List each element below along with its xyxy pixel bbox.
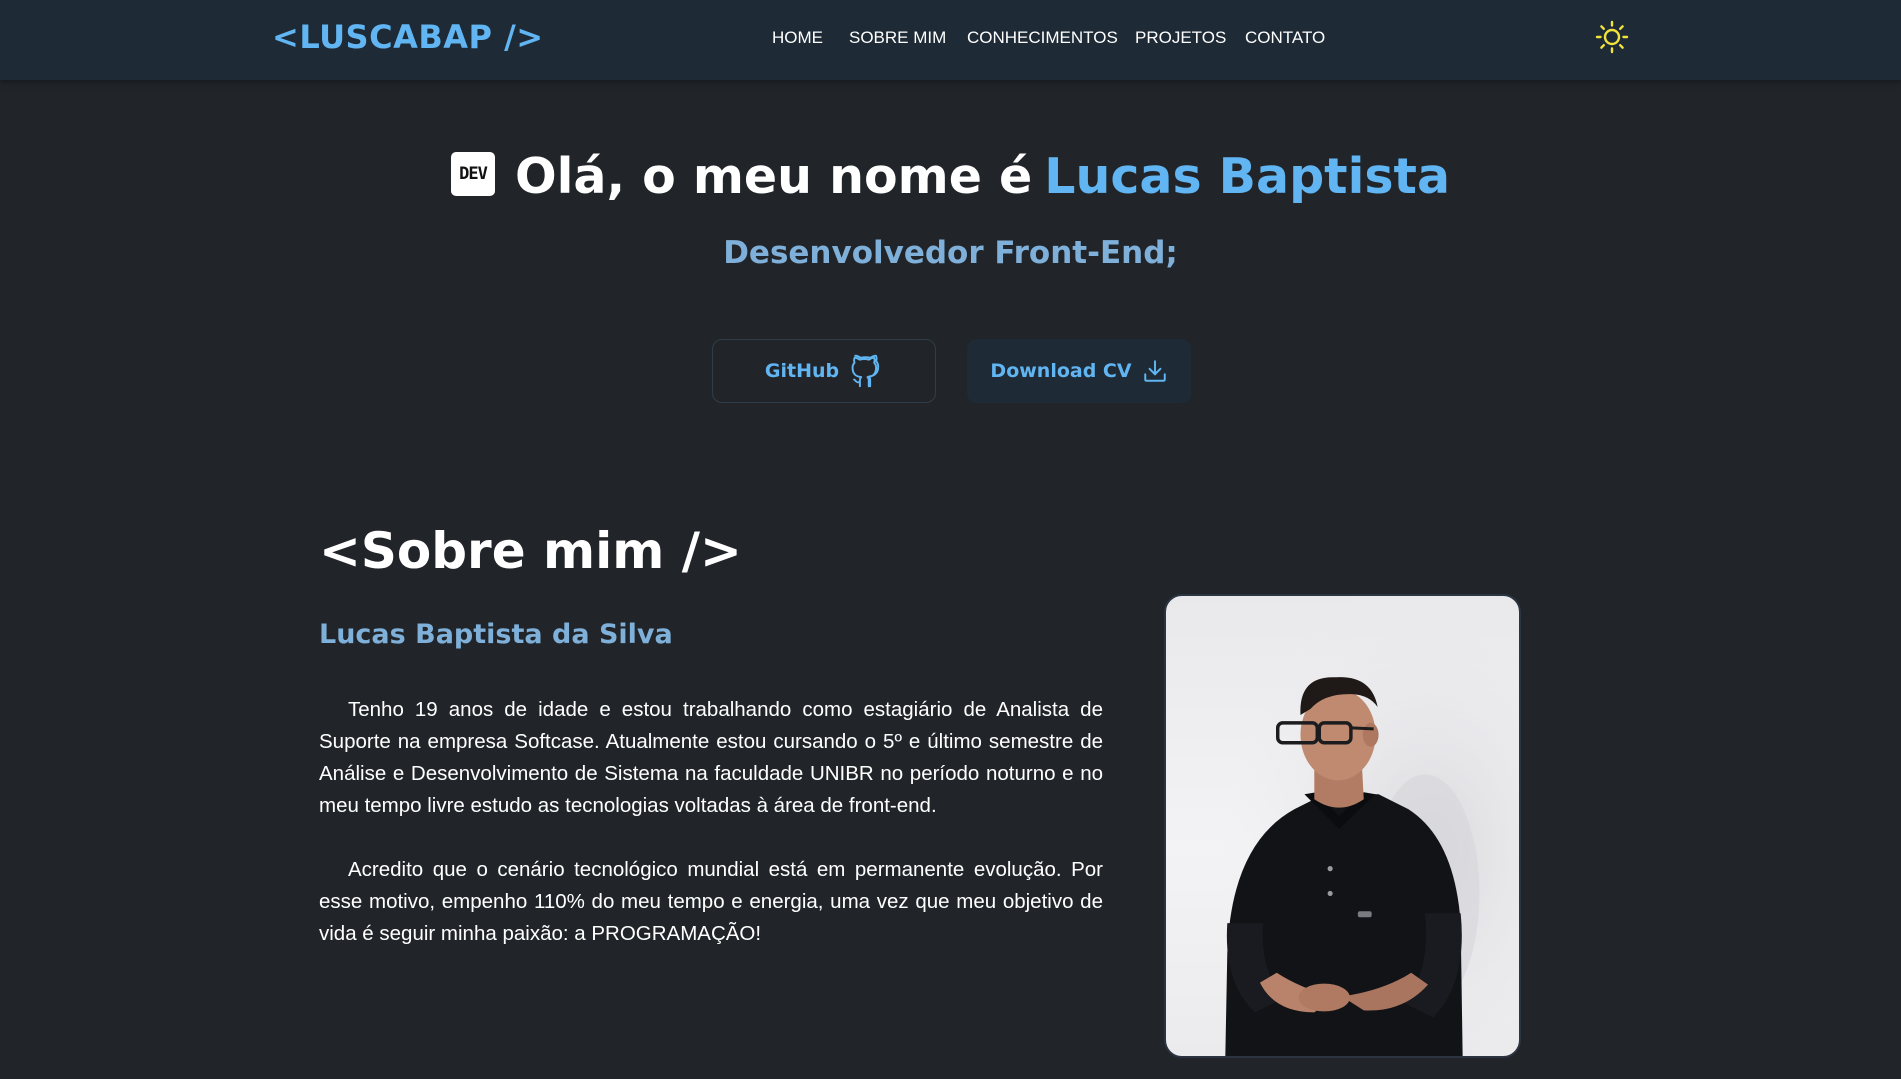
sun-icon [1595, 20, 1629, 54]
navbar: <LUSCABAP /> HOME SOBRE MIM CONHECIMENTO… [0, 0, 1901, 80]
hero-subtitle: Desenvolvedor Front-End; [723, 235, 1178, 271]
hero-greeting: Olá, o meu nome é [514, 148, 1033, 205]
github-icon [851, 354, 880, 388]
download-icon [1143, 360, 1166, 382]
site-logo[interactable]: <LUSCABAP /> [272, 18, 544, 56]
download-cv-label: Download CV [990, 360, 1132, 382]
nav-link-conhecimentos[interactable]: CONHECIMENTOS [967, 28, 1118, 48]
theme-toggle-button[interactable] [1595, 20, 1629, 54]
about-section-title: <Sobre mim /> [319, 522, 742, 580]
download-cv-button[interactable]: Download CV [967, 339, 1191, 403]
about-text: Tenho 19 anos de idade e estou trabalhan… [319, 694, 1103, 982]
nav-link-projetos[interactable]: PROJETOS [1135, 28, 1226, 48]
hero-name: Lucas Baptista [1044, 148, 1451, 205]
profile-photo [1164, 594, 1521, 1058]
nav-link-home[interactable]: HOME [772, 28, 823, 48]
nav-link-sobre-mim[interactable]: SOBRE MIM [849, 28, 946, 48]
profile-person-illustration [1166, 596, 1519, 1056]
about-paragraph: Tenho 19 anos de idade e estou trabalhan… [319, 698, 1103, 817]
about-full-name: Lucas Baptista da Silva [319, 619, 673, 650]
dev-badge-icon: DEV [450, 151, 495, 196]
github-button[interactable]: GitHub [712, 339, 936, 403]
nav-link-contato[interactable]: CONTATO [1245, 28, 1325, 48]
hero-title: DEV Olá, o meu nome é Lucas Baptista [0, 148, 1901, 205]
github-button-label: GitHub [764, 360, 840, 382]
about-paragraph: Acredito que o cenário tecnológico mundi… [319, 858, 1103, 945]
